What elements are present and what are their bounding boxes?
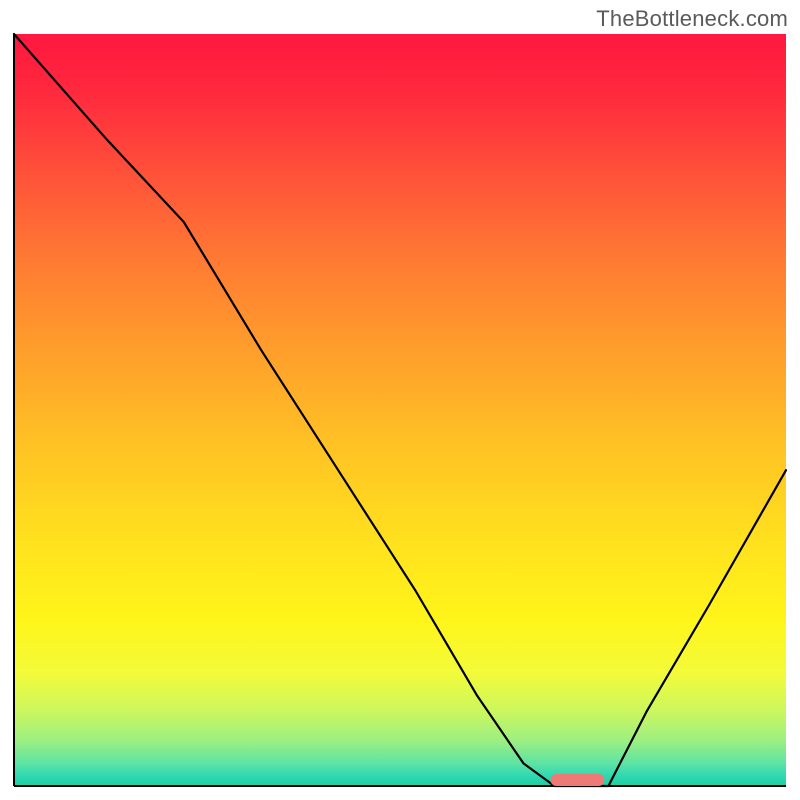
optimal-marker (551, 774, 605, 786)
chart-container: TheBottleneck.com (0, 0, 800, 800)
bottleneck-chart (0, 0, 800, 800)
watermark-text: TheBottleneck.com (596, 6, 788, 32)
